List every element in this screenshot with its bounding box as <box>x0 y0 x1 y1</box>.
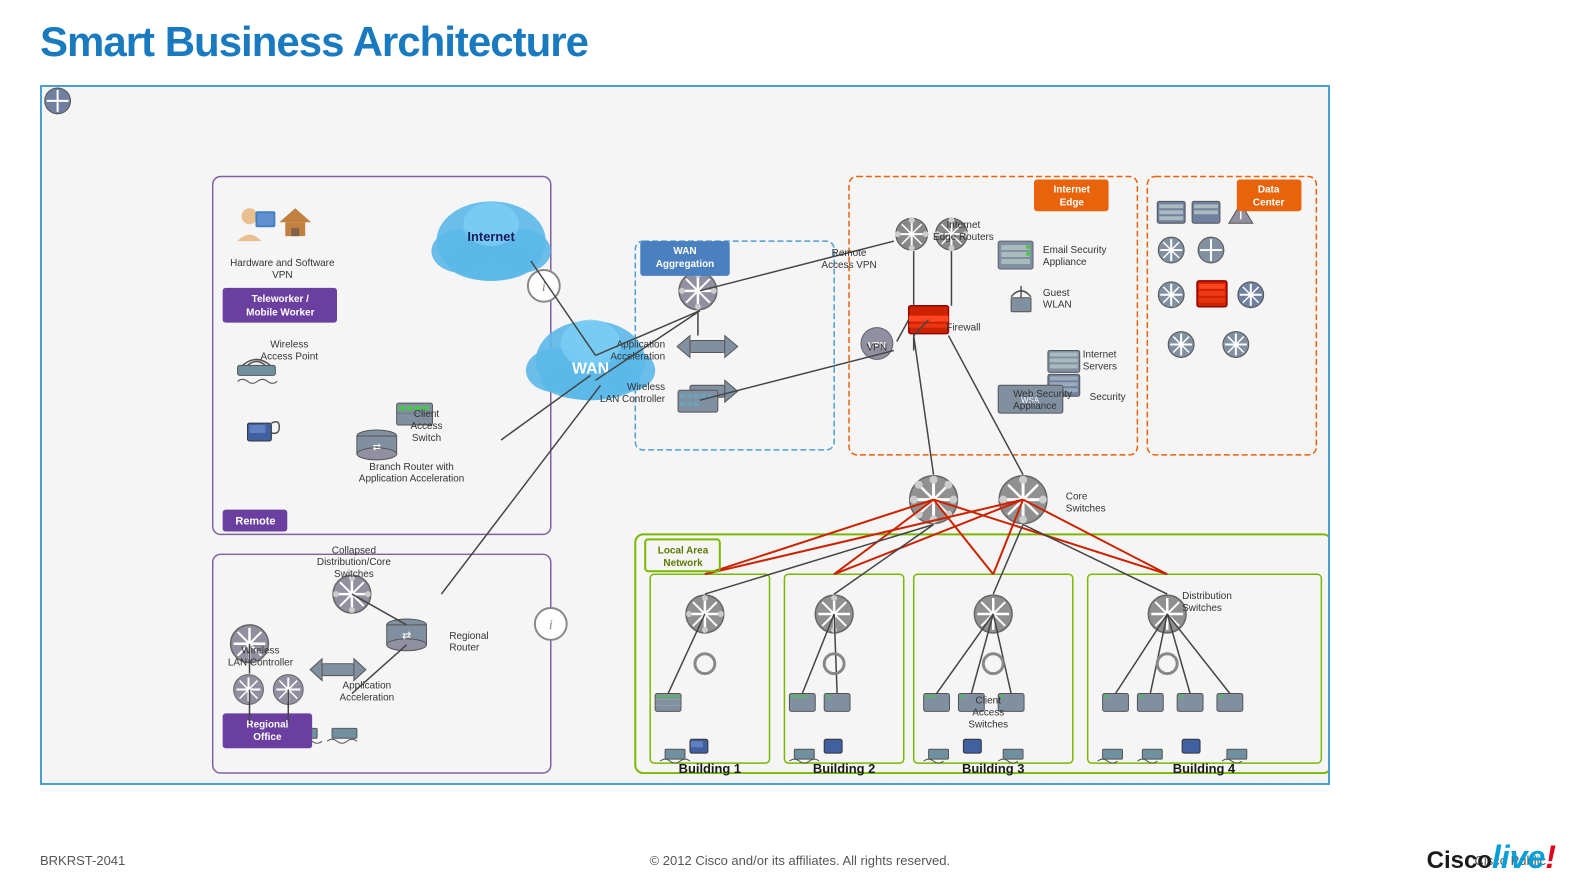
svg-text:Security: Security <box>1090 392 1126 403</box>
svg-text:Teleworker /: Teleworker / <box>252 294 309 305</box>
svg-text:⇄: ⇄ <box>373 442 381 453</box>
svg-text:Wireless: Wireless <box>241 646 279 657</box>
svg-text:Office: Office <box>253 732 282 743</box>
svg-text:Remote: Remote <box>832 248 867 259</box>
svg-text:LAN Controller: LAN Controller <box>600 394 666 405</box>
svg-text:Application: Application <box>616 340 665 351</box>
svg-text:Center: Center <box>1253 197 1285 208</box>
svg-text:Web Security: Web Security <box>1013 389 1072 400</box>
svg-text:Router: Router <box>449 643 480 654</box>
cisco-text: Cisco <box>1427 847 1492 874</box>
svg-text:LAN Controller: LAN Controller <box>228 658 294 669</box>
svg-text:Regional: Regional <box>246 719 288 730</box>
svg-text:Remote: Remote <box>235 515 275 527</box>
svg-text:Acceleration: Acceleration <box>610 351 665 362</box>
svg-text:Building 2: Building 2 <box>813 761 875 776</box>
svg-text:⇄: ⇄ <box>402 630 411 642</box>
svg-text:Building 1: Building 1 <box>679 761 741 776</box>
cisco-live-logo: Ciscolive! <box>1427 839 1556 876</box>
svg-text:Switch: Switch <box>412 433 441 444</box>
footer: BRKRST-2041 © 2012 Cisco and/or its affi… <box>40 853 1546 868</box>
svg-text:Edge: Edge <box>1060 197 1085 208</box>
svg-text:Access: Access <box>972 707 1004 718</box>
live-text: live <box>1492 839 1545 875</box>
svg-text:Internet: Internet <box>467 229 515 244</box>
svg-text:i: i <box>549 618 553 633</box>
svg-text:Switches: Switches <box>334 569 374 580</box>
svg-text:Acceleration: Acceleration <box>339 692 394 703</box>
svg-text:Wireless: Wireless <box>270 340 308 351</box>
page-title: Smart Business Architecture <box>40 18 588 66</box>
svg-text:Access VPN: Access VPN <box>821 260 876 271</box>
architecture-diagram: WAN <box>40 85 1330 785</box>
svg-text:Application Acceleration: Application Acceleration <box>359 474 465 485</box>
svg-text:Firewall: Firewall <box>946 323 980 334</box>
exclaim: ! <box>1545 839 1556 875</box>
svg-text:Switches: Switches <box>968 719 1008 730</box>
svg-text:Aggregation: Aggregation <box>656 259 715 270</box>
svg-text:Servers: Servers <box>1083 361 1117 372</box>
svg-text:VPN: VPN <box>867 342 887 353</box>
svg-text:Local Area: Local Area <box>658 545 709 556</box>
svg-text:Core: Core <box>1066 492 1088 503</box>
svg-text:Building 4: Building 4 <box>1173 761 1236 776</box>
svg-text:Guest: Guest <box>1043 288 1070 299</box>
svg-text:Access: Access <box>410 421 442 432</box>
svg-text:Switches: Switches <box>1182 603 1222 614</box>
svg-text:Distribution: Distribution <box>1182 591 1232 602</box>
svg-text:WLAN: WLAN <box>1043 300 1072 311</box>
svg-text:Wireless: Wireless <box>627 382 665 393</box>
svg-text:Internet: Internet <box>947 220 981 231</box>
svg-text:Client: Client <box>414 409 440 420</box>
svg-text:Regional: Regional <box>449 631 488 642</box>
footer-left: BRKRST-2041 <box>40 853 125 868</box>
svg-text:Application: Application <box>343 681 392 692</box>
svg-text:Mobile Worker: Mobile Worker <box>246 308 314 319</box>
svg-text:Appliance: Appliance <box>1013 401 1057 412</box>
svg-text:Appliance: Appliance <box>1043 257 1087 268</box>
svg-text:Hardware and Software: Hardware and Software <box>230 258 335 269</box>
svg-text:Access Point: Access Point <box>261 351 319 362</box>
svg-text:Data: Data <box>1258 184 1280 195</box>
svg-text:VPN: VPN <box>272 270 292 281</box>
svg-text:Switches: Switches <box>1066 504 1106 515</box>
svg-text:WAN: WAN <box>673 246 696 257</box>
footer-center: © 2012 Cisco and/or its affiliates. All … <box>650 853 951 868</box>
svg-text:Edge Routers: Edge Routers <box>933 232 994 243</box>
svg-text:Email Security: Email Security <box>1043 245 1107 256</box>
svg-text:Collapsed: Collapsed <box>332 545 376 556</box>
svg-text:Internet: Internet <box>1083 349 1117 360</box>
svg-text:Client: Client <box>976 695 1002 706</box>
svg-text:Distribution/Core: Distribution/Core <box>317 557 391 568</box>
svg-text:Branch Router with: Branch Router with <box>369 462 454 473</box>
svg-text:Network: Network <box>663 558 703 569</box>
svg-text:Internet: Internet <box>1054 184 1091 195</box>
